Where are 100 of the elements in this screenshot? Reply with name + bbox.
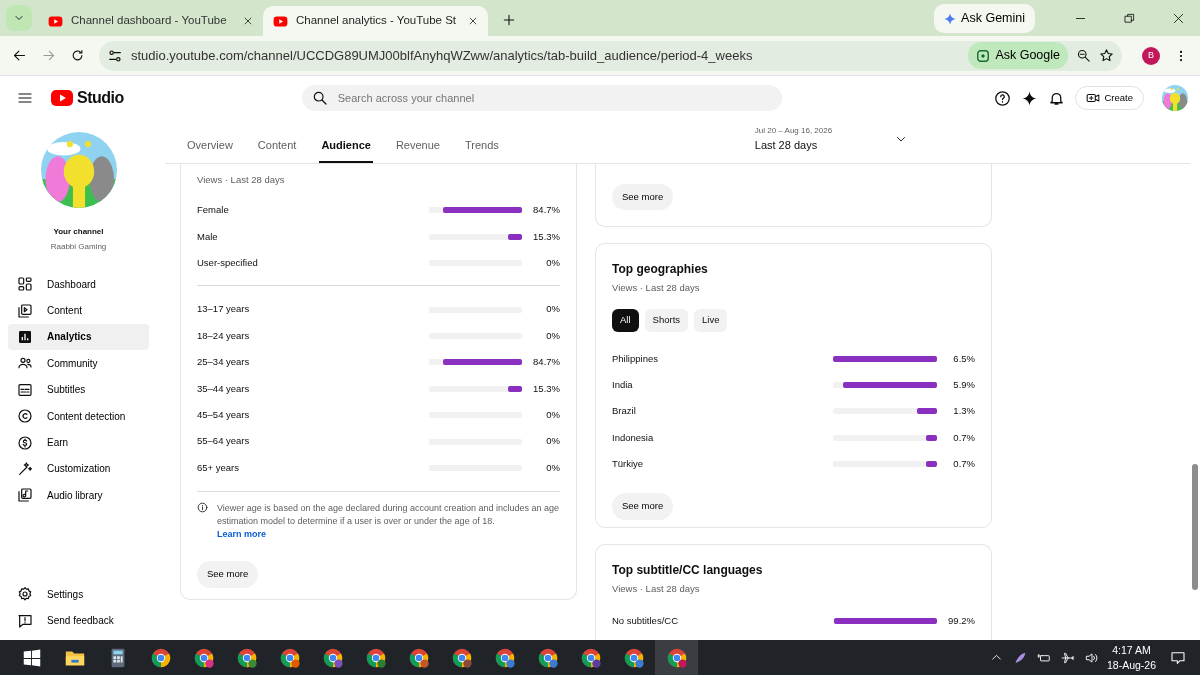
chrome-icon[interactable] [364, 646, 387, 669]
channel-name: Raabbi Gaming [49, 241, 108, 253]
volume-icon[interactable] [1084, 650, 1099, 665]
percentage-value: 0% [545, 460, 560, 475]
chrome-icon[interactable] [278, 646, 301, 669]
percentage-value: 84.7% [532, 203, 560, 218]
analytics-tab[interactable]: Revenue [393, 136, 442, 163]
channel-label: Your channel [52, 226, 105, 238]
site-settings-icon[interactable] [107, 47, 123, 64]
filter-chip[interactable]: Shorts [644, 309, 689, 332]
forward-icon[interactable] [41, 48, 56, 63]
notifications-icon[interactable] [1170, 649, 1186, 666]
sidebar-item[interactable]: Content detection [8, 402, 149, 430]
analytics-tab[interactable]: Overview [185, 136, 235, 163]
clock-date[interactable]: 18-Aug-26 [1106, 657, 1156, 672]
audio-library-icon [17, 487, 33, 504]
period-label: Last 28 days [754, 137, 819, 153]
chrome-icon[interactable] [192, 646, 215, 669]
card-subtitle: Views · Last 28 days [612, 281, 701, 295]
percentage-value: 0% [545, 434, 560, 449]
chrome-icon[interactable] [149, 646, 172, 669]
subtitles-icon [17, 381, 33, 398]
menu-icon[interactable] [17, 90, 33, 106]
content-icon [17, 302, 33, 319]
chrome-icon[interactable] [235, 646, 258, 669]
help-icon[interactable] [994, 89, 1012, 107]
zoom-icon[interactable] [1076, 48, 1091, 63]
url-text[interactable]: studio.youtube.com/channel/UCCDG89UMJ00blfAnyhqWZww/analytics/tab-build_audience/period-4_weeks [131, 45, 961, 66]
scrollbar-thumb[interactable] [1192, 464, 1198, 590]
chrome-icon[interactable] [579, 646, 602, 669]
row-label: 45–54 years [197, 408, 251, 423]
percentage-value: 84.7% [532, 355, 560, 370]
percentage-value: 15.3% [532, 229, 560, 244]
analytics-tab[interactable]: Audience [319, 136, 373, 163]
card-title: Top subtitle/CC languages [612, 562, 764, 579]
browser-tab[interactable]: Channel analytics - YouTube St [263, 6, 488, 36]
sidebar-item[interactable]: Audio library [8, 482, 149, 509]
card-subtitle: Views · Last 28 days [197, 173, 286, 187]
chrome-icon[interactable] [407, 646, 430, 669]
row-label: India [612, 377, 634, 392]
close-icon[interactable] [1173, 13, 1184, 24]
percentage-value: 0% [545, 302, 560, 317]
row-label: 25–34 years [197, 355, 251, 370]
sidebar-item[interactable]: Content [8, 297, 149, 324]
studio-logo-text[interactable]: Studio [77, 86, 124, 110]
percentage-value: 15.3% [532, 381, 560, 396]
percentage-value: 5.9% [952, 377, 975, 392]
filter-chip[interactable]: Live [694, 309, 728, 332]
sidebar-item[interactable]: Community [8, 350, 149, 377]
sidebar-item[interactable]: Dashboard [8, 271, 149, 298]
clock-time[interactable]: 4:17 AM [1106, 643, 1156, 658]
filter-chip[interactable]: All [612, 309, 639, 332]
dashboard-icon [17, 276, 33, 293]
chrome-icon[interactable] [321, 646, 344, 669]
ask-gemini-button[interactable]: Ask Gemini [934, 4, 1035, 33]
back-icon[interactable] [12, 48, 27, 63]
see-more-button[interactable]: See more [612, 183, 674, 210]
sidebar-item[interactable]: Customization [8, 455, 149, 483]
chrome-icon[interactable] [622, 646, 645, 669]
analytics-tab[interactable]: Content [255, 136, 299, 163]
row-label: Male [197, 229, 219, 244]
airplane-icon[interactable] [1060, 650, 1075, 665]
sparkle-icon[interactable] [1021, 89, 1039, 107]
browser-tab[interactable]: Channel dashboard - YouTube [38, 6, 263, 36]
row-label: 65+ years [197, 460, 240, 475]
row-label: Indonesia [612, 430, 655, 445]
sidebar-item[interactable]: Analytics [8, 323, 149, 351]
restore-icon[interactable] [1124, 13, 1135, 24]
analytics-icon [17, 328, 33, 345]
row-label: 35–44 years [197, 381, 251, 396]
new-tab-icon[interactable] [502, 13, 516, 27]
chrome-icon[interactable] [493, 646, 516, 669]
percentage-value: 1.3% [952, 404, 975, 419]
card-subtitle: Views · Last 28 days [612, 582, 701, 596]
feedback-icon [17, 612, 33, 629]
search-icon [311, 90, 328, 106]
chrome-icon[interactable] [665, 646, 688, 669]
reload-icon[interactable] [70, 48, 85, 63]
row-label: Brazil [612, 404, 637, 419]
dollar-icon [17, 434, 33, 451]
search-field[interactable]: Search across your channel [301, 85, 782, 111]
ask-google-button[interactable]: Ask Google [968, 42, 1068, 69]
sparkle-icon [944, 12, 957, 25]
see-more-button[interactable]: See more [612, 493, 674, 520]
star-icon[interactable] [1099, 48, 1114, 63]
sidebar-item[interactable]: Earn [8, 429, 149, 456]
close-icon[interactable] [468, 16, 478, 26]
analytics-tab[interactable]: Trends [462, 136, 501, 163]
chrome-icon[interactable] [450, 646, 473, 669]
create-button[interactable]: Create [1075, 85, 1144, 111]
chrome-icon[interactable] [536, 646, 559, 669]
sidebar-item[interactable]: Settings [8, 581, 149, 608]
profile-button[interactable]: B [1142, 46, 1160, 65]
learn-more-link[interactable]: Learn more [217, 528, 267, 542]
date-range-picker[interactable]: Jul 20 – Aug 16, 2026 Last 28 days [754, 124, 907, 163]
percentage-value: 0.7% [952, 457, 975, 472]
sidebar-item[interactable]: Subtitles [8, 376, 149, 403]
see-more-button[interactable]: See more [197, 561, 259, 588]
sidebar-item[interactable]: Send feedback [8, 607, 149, 634]
close-icon[interactable] [243, 16, 253, 26]
